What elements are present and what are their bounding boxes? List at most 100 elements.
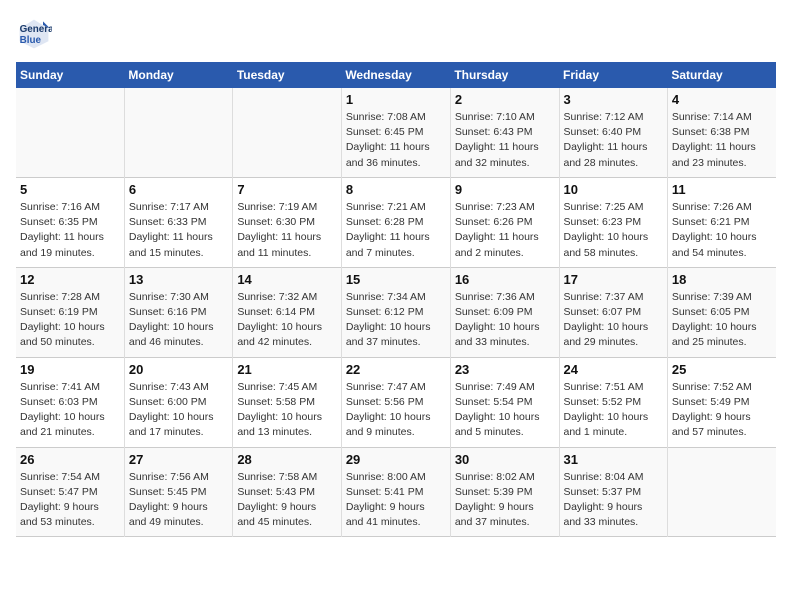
weekday-header-tuesday: Tuesday <box>233 62 342 88</box>
day-number: 11 <box>672 182 772 197</box>
calendar-cell: 29 Sunrise: 8:00 AM Sunset: 5:41 PM Dayli… <box>341 447 450 537</box>
calendar-cell <box>16 88 124 177</box>
day-number: 19 <box>20 362 120 377</box>
day-number: 10 <box>564 182 663 197</box>
day-number: 1 <box>346 92 446 107</box>
day-info: Sunrise: 7:28 AM Sunset: 6:19 PM Dayligh… <box>20 290 120 351</box>
calendar-cell <box>667 447 776 537</box>
day-number: 20 <box>129 362 228 377</box>
day-info: Sunrise: 7:19 AM Sunset: 6:30 PM Dayligh… <box>237 200 337 261</box>
calendar-row-5: 26 Sunrise: 7:54 AM Sunset: 5:47 PM Dayli… <box>16 447 776 537</box>
day-info: Sunrise: 7:25 AM Sunset: 6:23 PM Dayligh… <box>564 200 663 261</box>
calendar-table: SundayMondayTuesdayWednesdayThursdayFrid… <box>16 62 776 537</box>
calendar-cell: 11 Sunrise: 7:26 AM Sunset: 6:21 PM Dayli… <box>667 177 776 267</box>
day-info: Sunrise: 7:51 AM Sunset: 5:52 PM Dayligh… <box>564 380 663 441</box>
weekday-header-wednesday: Wednesday <box>341 62 450 88</box>
day-info: Sunrise: 7:34 AM Sunset: 6:12 PM Dayligh… <box>346 290 446 351</box>
day-number: 7 <box>237 182 337 197</box>
calendar-cell: 23 Sunrise: 7:49 AM Sunset: 5:54 PM Dayli… <box>450 357 559 447</box>
calendar-cell: 7 Sunrise: 7:19 AM Sunset: 6:30 PM Daylig… <box>233 177 342 267</box>
day-number: 22 <box>346 362 446 377</box>
day-info: Sunrise: 7:16 AM Sunset: 6:35 PM Dayligh… <box>20 200 120 261</box>
day-number: 12 <box>20 272 120 287</box>
calendar-cell: 19 Sunrise: 7:41 AM Sunset: 6:03 PM Dayli… <box>16 357 124 447</box>
day-info: Sunrise: 7:14 AM Sunset: 6:38 PM Dayligh… <box>672 110 772 171</box>
calendar-cell: 6Sunrise: 7:17 AM Sunset: 6:33 PM Daylig… <box>124 177 232 267</box>
day-info: Sunrise: 7:43 AM Sunset: 6:00 PM Dayligh… <box>129 380 228 441</box>
day-info: Sunrise: 7:21 AM Sunset: 6:28 PM Dayligh… <box>346 200 446 261</box>
calendar-row-2: 5 Sunrise: 7:16 AM Sunset: 6:35 PM Daylig… <box>16 177 776 267</box>
day-number: 6 <box>129 182 228 197</box>
day-number: 16 <box>455 272 555 287</box>
calendar-cell: 3 Sunrise: 7:12 AM Sunset: 6:40 PM Daylig… <box>559 88 667 177</box>
weekday-header-thursday: Thursday <box>450 62 559 88</box>
calendar-cell: 27Sunrise: 7:56 AM Sunset: 5:45 PM Dayli… <box>124 447 232 537</box>
day-info: Sunrise: 7:23 AM Sunset: 6:26 PM Dayligh… <box>455 200 555 261</box>
day-number: 30 <box>455 452 555 467</box>
day-info: Sunrise: 7:36 AM Sunset: 6:09 PM Dayligh… <box>455 290 555 351</box>
calendar-cell: 12 Sunrise: 7:28 AM Sunset: 6:19 PM Dayli… <box>16 267 124 357</box>
day-number: 15 <box>346 272 446 287</box>
day-number: 4 <box>672 92 772 107</box>
calendar-cell: 9 Sunrise: 7:23 AM Sunset: 6:26 PM Daylig… <box>450 177 559 267</box>
calendar-cell: 14Sunrise: 7:32 AM Sunset: 6:14 PM Dayli… <box>233 267 342 357</box>
calendar-cell: 30 Sunrise: 8:02 AM Sunset: 5:39 PM Dayli… <box>450 447 559 537</box>
day-number: 2 <box>455 92 555 107</box>
day-number: 23 <box>455 362 555 377</box>
day-info: Sunrise: 7:41 AM Sunset: 6:03 PM Dayligh… <box>20 380 120 441</box>
day-info: Sunrise: 7:10 AM Sunset: 6:43 PM Dayligh… <box>455 110 555 171</box>
calendar-cell: 8 Sunrise: 7:21 AM Sunset: 6:28 PM Daylig… <box>341 177 450 267</box>
day-info: Sunrise: 7:30 AM Sunset: 6:16 PM Dayligh… <box>129 290 228 351</box>
day-info: Sunrise: 7:54 AM Sunset: 5:47 PM Dayligh… <box>20 470 120 531</box>
weekday-header-monday: Monday <box>124 62 232 88</box>
calendar-cell: 10 Sunrise: 7:25 AM Sunset: 6:23 PM Dayli… <box>559 177 667 267</box>
day-info: Sunrise: 7:26 AM Sunset: 6:21 PM Dayligh… <box>672 200 772 261</box>
day-info: Sunrise: 7:47 AM Sunset: 5:56 PM Dayligh… <box>346 380 446 441</box>
day-info: Sunrise: 8:00 AM Sunset: 5:41 PM Dayligh… <box>346 470 446 531</box>
calendar-cell: 25 Sunrise: 7:52 AM Sunset: 5:49 PM Dayli… <box>667 357 776 447</box>
day-number: 9 <box>455 182 555 197</box>
calendar-cell: 28 Sunrise: 7:58 AM Sunset: 5:43 PM Dayli… <box>233 447 342 537</box>
day-number: 29 <box>346 452 446 467</box>
day-info: Sunrise: 7:45 AM Sunset: 5:58 PM Dayligh… <box>237 380 337 441</box>
weekday-header-row: SundayMondayTuesdayWednesdayThursdayFrid… <box>16 62 776 88</box>
day-number: 24 <box>564 362 663 377</box>
day-info: Sunrise: 8:04 AM Sunset: 5:37 PM Dayligh… <box>564 470 663 531</box>
day-number: 13 <box>129 272 228 287</box>
day-info: Sunrise: 7:56 AM Sunset: 5:45 PM Dayligh… <box>129 470 228 531</box>
day-number: 8 <box>346 182 446 197</box>
day-number: 28 <box>237 452 337 467</box>
logo-icon: General Blue <box>16 16 52 52</box>
day-info: Sunrise: 7:12 AM Sunset: 6:40 PM Dayligh… <box>564 110 663 171</box>
calendar-cell: 31 Sunrise: 8:04 AM Sunset: 5:37 PM Dayli… <box>559 447 667 537</box>
calendar-cell: 22 Sunrise: 7:47 AM Sunset: 5:56 PM Dayli… <box>341 357 450 447</box>
calendar-cell: 2 Sunrise: 7:10 AM Sunset: 6:43 PM Daylig… <box>450 88 559 177</box>
day-info: Sunrise: 7:58 AM Sunset: 5:43 PM Dayligh… <box>237 470 337 531</box>
day-number: 31 <box>564 452 663 467</box>
day-number: 26 <box>20 452 120 467</box>
calendar-cell <box>124 88 232 177</box>
calendar-cell: 16 Sunrise: 7:36 AM Sunset: 6:09 PM Dayli… <box>450 267 559 357</box>
day-number: 25 <box>672 362 772 377</box>
day-info: Sunrise: 7:52 AM Sunset: 5:49 PM Dayligh… <box>672 380 772 441</box>
day-number: 3 <box>564 92 663 107</box>
calendar-cell <box>233 88 342 177</box>
calendar-row-3: 12 Sunrise: 7:28 AM Sunset: 6:19 PM Dayli… <box>16 267 776 357</box>
day-number: 5 <box>20 182 120 197</box>
calendar-cell: 21 Sunrise: 7:45 AM Sunset: 5:58 PM Dayli… <box>233 357 342 447</box>
day-number: 18 <box>672 272 772 287</box>
calendar-cell: 15 Sunrise: 7:34 AM Sunset: 6:12 PM Dayli… <box>341 267 450 357</box>
calendar-cell: 26 Sunrise: 7:54 AM Sunset: 5:47 PM Dayli… <box>16 447 124 537</box>
page-header: General Blue <box>16 16 776 52</box>
day-number: 21 <box>237 362 337 377</box>
calendar-cell: 1Sunrise: 7:08 AM Sunset: 6:45 PM Daylig… <box>341 88 450 177</box>
svg-text:Blue: Blue <box>20 35 42 46</box>
day-info: Sunrise: 7:39 AM Sunset: 6:05 PM Dayligh… <box>672 290 772 351</box>
day-info: Sunrise: 8:02 AM Sunset: 5:39 PM Dayligh… <box>455 470 555 531</box>
weekday-header-saturday: Saturday <box>667 62 776 88</box>
calendar-cell: 4 Sunrise: 7:14 AM Sunset: 6:38 PM Daylig… <box>667 88 776 177</box>
weekday-header-friday: Friday <box>559 62 667 88</box>
day-info: Sunrise: 7:49 AM Sunset: 5:54 PM Dayligh… <box>455 380 555 441</box>
day-number: 17 <box>564 272 663 287</box>
calendar-cell: 20 Sunrise: 7:43 AM Sunset: 6:00 PM Dayli… <box>124 357 232 447</box>
